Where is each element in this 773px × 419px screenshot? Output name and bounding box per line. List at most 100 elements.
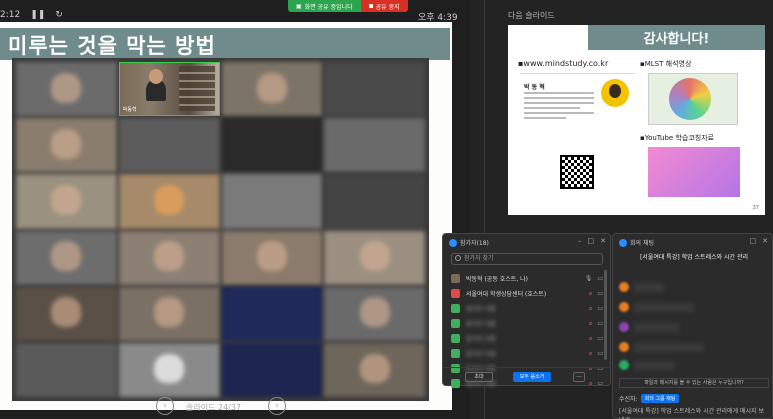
chat-bubble <box>634 282 664 292</box>
next-slide-title: 감사합니다! <box>588 25 765 50</box>
slide-title: 미루는 것을 막는 방법 <box>8 34 216 58</box>
chat-bubble <box>634 342 704 352</box>
participant-scrollbar[interactable] <box>604 270 607 360</box>
mic-muted-icon[interactable]: ⌀ <box>589 305 593 312</box>
mic-muted-icon[interactable]: ⌀ <box>589 350 593 357</box>
video-tile[interactable] <box>16 230 117 285</box>
chat-message <box>619 302 694 312</box>
video-tile[interactable] <box>221 230 323 285</box>
participant-row[interactable]: 참가자 이름 ⌀ ▭ <box>451 332 603 345</box>
chat-recipient-select[interactable]: 회의 그룹 채팅 <box>640 394 680 403</box>
participant-name: 참가자 이름 <box>466 351 496 358</box>
video-tile[interactable] <box>324 174 425 229</box>
camera-icon[interactable]: ▭ <box>597 335 603 342</box>
pause-icon[interactable]: ❚❚ <box>30 10 45 20</box>
camera-icon[interactable]: ▭ <box>597 320 603 327</box>
maximize-icon[interactable]: □ <box>750 237 757 245</box>
camera-icon[interactable]: ▭ <box>597 275 603 282</box>
stop-share-button[interactable]: 공유 중지 <box>360 0 408 12</box>
chat-message-input[interactable]: [서울여대 특강] 학업 스트레스와 시간 관리에게 메시지 보내기 <box>619 406 769 419</box>
participant-avatar <box>451 289 460 298</box>
participant-name: 참가자 이름 <box>466 321 496 328</box>
participant-row[interactable]: 서울여대 학생상담센터 (호스트) ⌀ ▭ <box>451 287 603 300</box>
chat-recipient: 수신자: 회의 그룹 채팅 <box>619 394 680 403</box>
video-tile[interactable] <box>324 342 425 397</box>
participant-row[interactable]: 참가자 이름 ⌀ ▭ <box>451 317 603 330</box>
video-tile[interactable] <box>118 230 220 285</box>
video-tile[interactable] <box>16 174 117 229</box>
participant-avatar <box>451 334 460 343</box>
camera-icon[interactable]: ▭ <box>597 305 603 312</box>
next-slide-preview[interactable]: 감사합니다! ▪www.mindstudy.co.kr 박 동 혁 ▪MLST … <box>508 25 765 215</box>
video-tile[interactable] <box>324 118 425 173</box>
video-tile[interactable] <box>16 342 117 397</box>
video-tile-active-speaker[interactable]: 박동혁 <box>118 62 220 117</box>
search-placeholder: 참가자 찾기 <box>464 255 494 262</box>
window-controls: – □ ✕ <box>578 237 606 245</box>
mic-muted-icon[interactable]: ⌀ <box>589 335 593 342</box>
more-options-button[interactable]: ... <box>573 372 585 382</box>
chat-bubble <box>634 302 694 312</box>
video-tile[interactable] <box>324 286 425 341</box>
reset-icon[interactable]: ↻ <box>55 10 63 20</box>
chat-message <box>619 282 664 292</box>
participant-avatar <box>451 274 460 283</box>
close-icon[interactable]: ✕ <box>762 237 768 245</box>
video-tile[interactable] <box>118 286 220 341</box>
participants-panel: 참가자(18) – □ ✕ 참가자 찾기 박동혁 (공동 호스트, 나) 🎙 ▭ 서울… <box>442 233 611 388</box>
camera-icon[interactable]: ▭ <box>597 290 603 297</box>
business-card: 박 동 혁 <box>520 73 635 148</box>
chat-visibility-notice[interactable]: 파일과 메시지를 볼 수 있는 사람은 누구입니까? <box>619 378 769 388</box>
participant-name: 참가자 이름 <box>466 336 496 343</box>
chat-to-label: 수신자: <box>619 396 638 403</box>
video-tile[interactable] <box>221 174 323 229</box>
video-tile[interactable] <box>221 62 323 117</box>
participant-row[interactable]: 참가자 이름 ⌀ ▭ <box>451 302 603 315</box>
participant-name: 박동혁 (공동 호스트, 나) <box>466 276 528 283</box>
participant-status-icons: ⌀ ▭ <box>589 335 603 342</box>
mic-muted-icon[interactable]: ⌀ <box>589 320 593 327</box>
mic-muted-icon[interactable]: ⌀ <box>589 290 593 297</box>
participant-row[interactable]: 참가자 이름 ⌀ ▭ <box>451 347 603 360</box>
maximize-icon[interactable]: □ <box>588 237 595 245</box>
video-tile[interactable] <box>324 62 425 117</box>
video-tile[interactable] <box>324 230 425 285</box>
chat-message <box>619 360 674 370</box>
invite-button[interactable]: 초대 <box>465 372 493 382</box>
sharing-indicator[interactable]: ▣ 화면 공유 중입니다 <box>288 0 361 12</box>
mlst-thumbnail <box>648 73 738 125</box>
participant-avatar <box>451 304 460 313</box>
video-tile[interactable] <box>118 118 220 173</box>
minimize-icon[interactable]: – <box>578 237 582 245</box>
zoom-presenter-view: 2:12 ❚❚ ↻ 오후 4:39 미루는 것을 막는 방법 박동혁 ‹ 슬라이… <box>0 0 773 419</box>
chat-title: 회의 채팅 <box>619 238 654 247</box>
next-slide-label: 다음 슬라이드 <box>508 11 555 20</box>
video-tile[interactable] <box>221 342 323 397</box>
chat-avatar <box>619 342 629 352</box>
video-tile[interactable] <box>16 286 117 341</box>
close-icon[interactable]: ✕ <box>600 237 606 245</box>
participant-status-icons: ⌀ ▭ <box>589 320 603 327</box>
stop-share-label: 공유 중지 <box>375 3 400 11</box>
video-tile[interactable] <box>118 174 220 229</box>
slide-page-number: 37 <box>752 205 759 211</box>
participant-row[interactable]: 박동혁 (공동 호스트, 나) 🎙 ▭ <box>451 272 603 285</box>
video-tile[interactable] <box>16 118 117 173</box>
next-slide-url: ▪www.mindstudy.co.kr <box>518 59 609 68</box>
participant-status-icons: 🎙 ▭ <box>585 275 603 282</box>
video-tile[interactable] <box>118 342 220 397</box>
participants-footer: 초대 모두 음소거 ... <box>443 367 610 385</box>
chat-heading: [서울여대 특강] 학업 스트레스와 시간 관리 <box>639 254 749 261</box>
participant-status-icons: ⌀ ▭ <box>589 290 603 297</box>
participant-search-input[interactable]: 참가자 찾기 <box>451 253 603 265</box>
camera-icon[interactable]: ▭ <box>597 350 603 357</box>
video-tile[interactable] <box>16 62 117 117</box>
mute-all-button[interactable]: 모두 음소거 <box>513 372 551 382</box>
previous-slide-button[interactable]: ‹ <box>156 397 174 415</box>
mic-icon[interactable]: 🎙 <box>585 275 593 282</box>
share-icon: ▣ <box>296 2 302 10</box>
video-tile[interactable] <box>221 286 323 341</box>
chat-avatar <box>619 282 629 292</box>
video-tile[interactable] <box>221 118 323 173</box>
next-slide-button[interactable]: › <box>268 397 286 415</box>
